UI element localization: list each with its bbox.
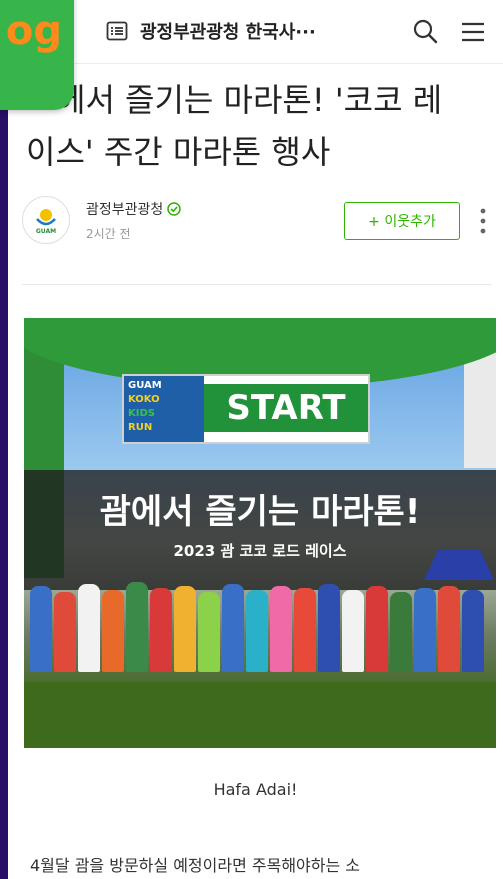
image-title: 괌에서 즐기는 마라톤! — [99, 492, 421, 532]
banner-line-4: RUN — [128, 422, 153, 433]
runners-crowd — [24, 576, 496, 686]
image-subtitle: 2023 괌 코코 로드 레이스 — [173, 542, 347, 560]
svg-text:GUAM: GUAM — [36, 228, 56, 235]
author-block[interactable]: GUAM 괌정부관광청 2시간 전 — [22, 196, 182, 244]
divider — [22, 284, 492, 285]
banner-line-1: GUAM — [128, 380, 162, 391]
more-options-icon[interactable] — [478, 206, 488, 236]
blog-title[interactable]: 광정부관광청 한국사··· — [140, 18, 316, 44]
search-icon[interactable] — [412, 18, 438, 44]
avatar[interactable]: GUAM — [22, 196, 70, 244]
post-main-image[interactable]: GUAM KOKO KIDS RUN START 괌에서 즐기는 마라톤! 20… — [24, 318, 496, 748]
headline-line-2: 이스' 주간 마라톤 행사 — [26, 133, 331, 171]
banner-start-text: START — [204, 384, 368, 432]
headline-line-1: 에서 즐기는 마라톤! '코코 레 — [56, 81, 443, 119]
grass — [24, 682, 496, 748]
start-banner: GUAM KOKO KIDS RUN START — [122, 374, 370, 444]
hamburger-menu-icon[interactable] — [460, 20, 486, 44]
body-paragraph: 4월달 괌을 방문하실 예정이라면 주목해야하는 소 — [30, 856, 361, 875]
verified-check-icon — [167, 201, 182, 216]
author-name[interactable]: 괌정부관광청 — [86, 199, 163, 219]
post-headline: 에서 즐기는 마라톤! '코코 레 이스' 주간 마라톤 행사 — [26, 74, 496, 178]
blog-logo-badge[interactable]: og — [0, 0, 74, 110]
banner-line-2: KOKO — [128, 394, 160, 405]
post-time: 2시간 전 — [86, 226, 131, 241]
logo-text: og — [5, 8, 62, 54]
add-neighbor-button[interactable]: + 이웃추가 — [344, 202, 460, 240]
greeting-text: Hafa Adai! — [213, 780, 298, 799]
banner-line-3: KIDS — [128, 408, 155, 419]
list-icon[interactable] — [106, 20, 128, 42]
top-app-bar: 광정부관광청 한국사··· — [8, 0, 503, 64]
blog-title-area[interactable]: 광정부관광청 한국사··· — [106, 18, 316, 44]
app-frame: 광정부관광청 한국사··· 에서 즐기는 마라톤! '코코 레 이스' 주간 마… — [8, 0, 503, 879]
guam-logo-icon: GUAM — [36, 209, 56, 235]
